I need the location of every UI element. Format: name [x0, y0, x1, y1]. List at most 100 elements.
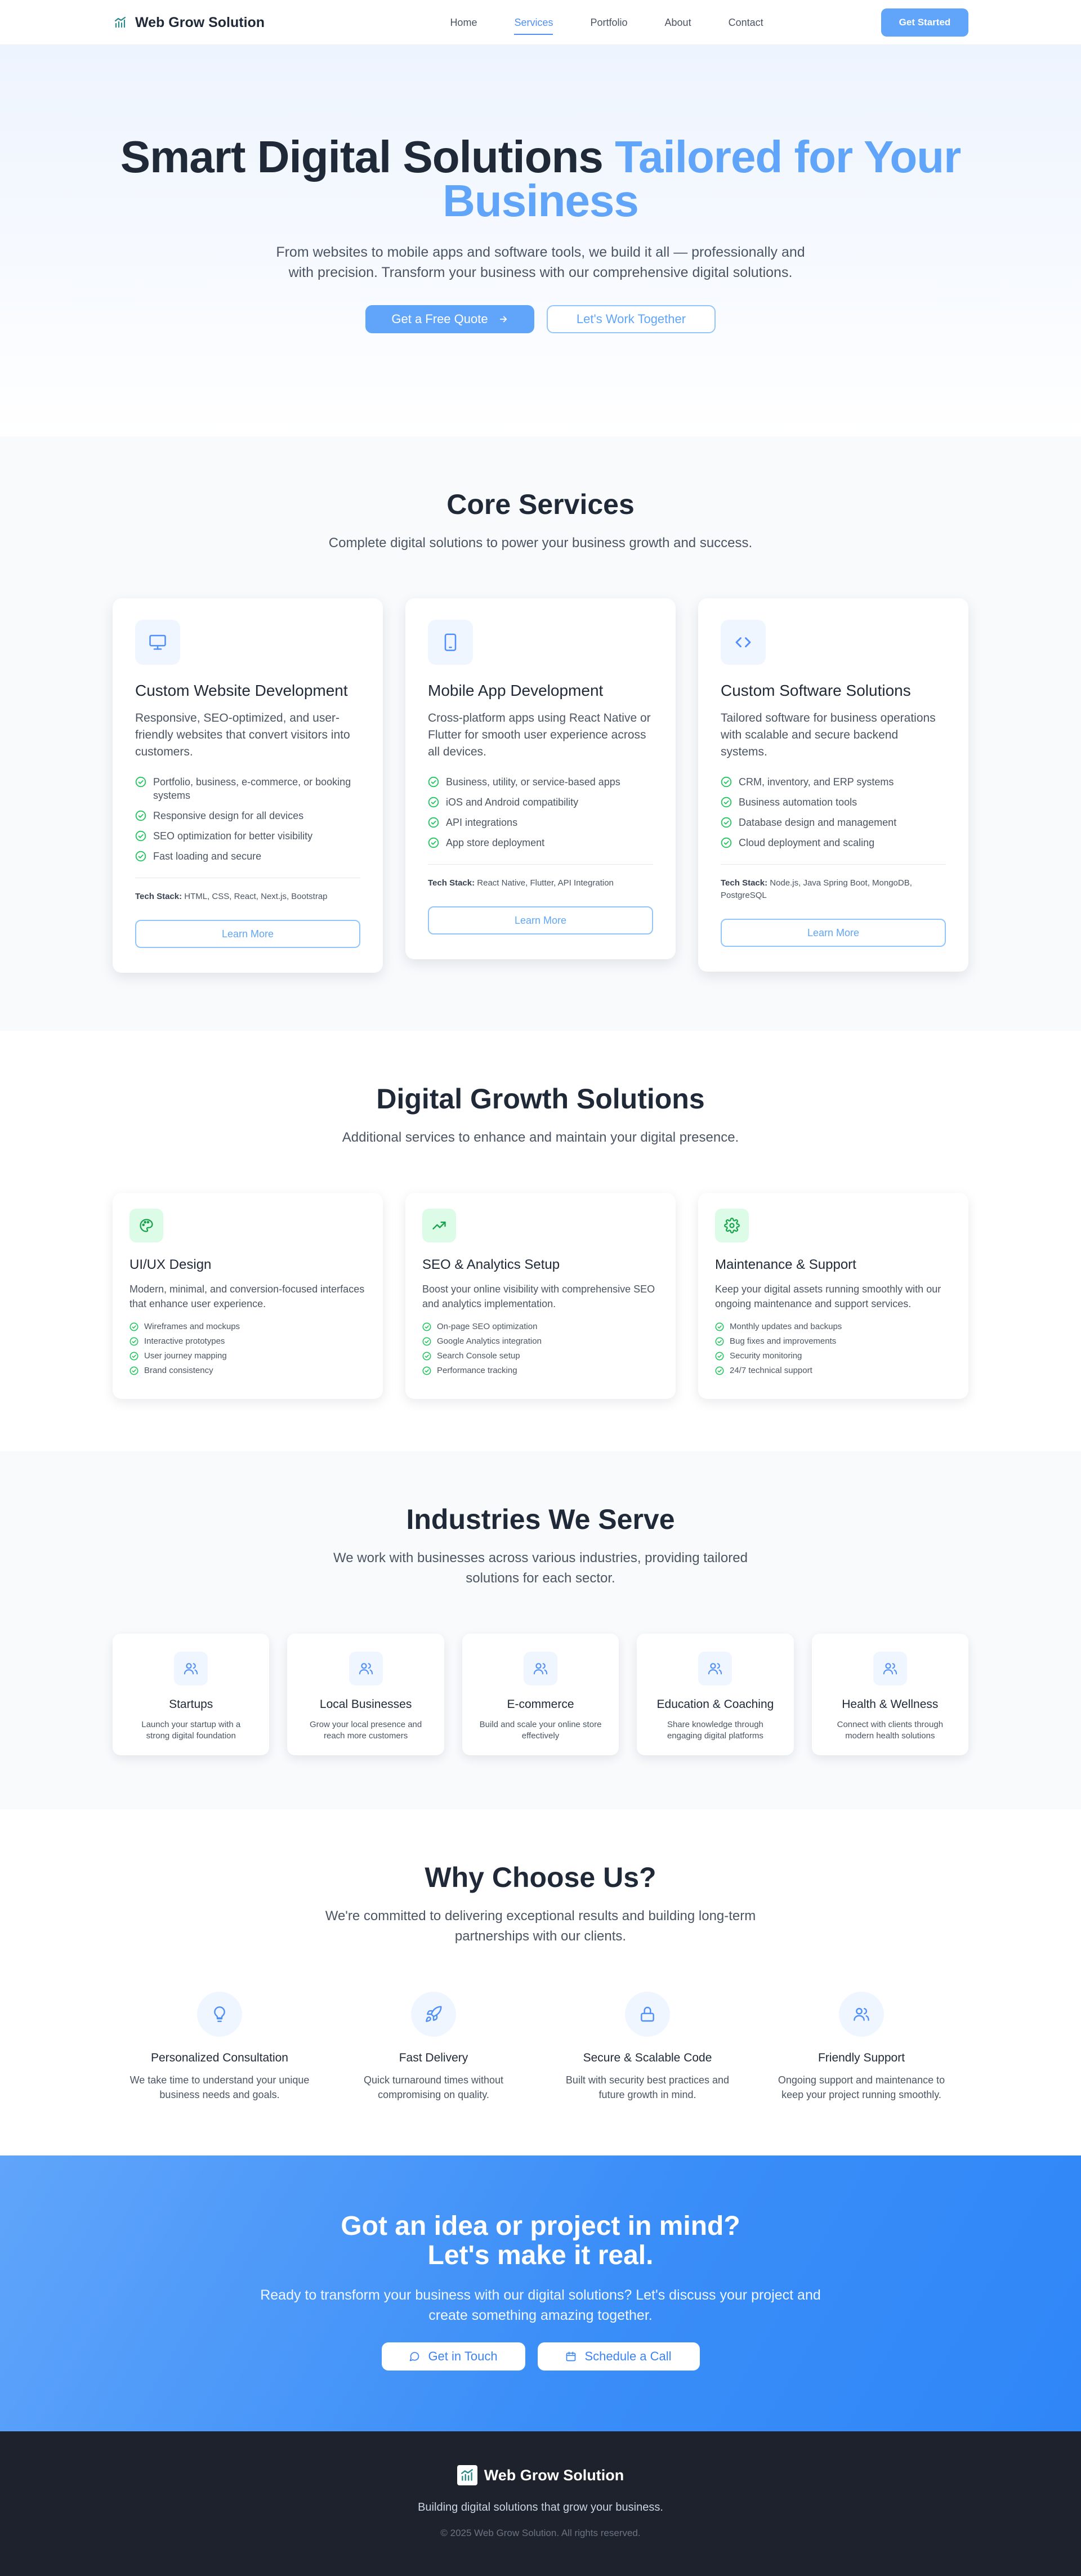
nav-portfolio[interactable]: Portfolio — [571, 0, 646, 45]
growth-cards: UI/UX Design Modern, minimal, and conver… — [113, 1193, 968, 1399]
list-item: Responsive design for all devices — [135, 809, 360, 822]
list-item: On-page SEO optimization — [422, 1321, 659, 1332]
trending-up-icon — [422, 1209, 456, 1242]
list-item: Security monitoring — [715, 1350, 952, 1362]
check-circle-icon — [129, 1366, 139, 1375]
growth-card-desc: Keep your digital assets running smoothl… — [715, 1283, 941, 1309]
core-services-subtitle: Complete digital solutions to power your… — [328, 535, 753, 551]
cta-section: Got an idea or project in mind? Let's ma… — [0, 2155, 1081, 2431]
nav-services[interactable]: Services — [495, 0, 571, 45]
feature-text: Brand consistency — [144, 1366, 213, 1375]
industry-desc: Grow your local presence and reach more … — [309, 1720, 422, 1741]
chart-logo-icon — [457, 2465, 477, 2485]
industry-title: Health & Wellness — [842, 1698, 939, 1711]
growth-card-maintenance: Maintenance & Support Keep your digital … — [698, 1193, 968, 1399]
check-circle-icon — [715, 1337, 724, 1346]
work-together-button[interactable]: Let's Work Together — [547, 305, 716, 333]
industry-cards: Startups Launch your startup with a stro… — [113, 1634, 969, 1755]
check-circle-icon — [135, 810, 146, 821]
why-subtitle: We're committed to delivering exceptiona… — [325, 1908, 756, 1944]
service-card-desc: Tailored software for business operation… — [721, 712, 936, 758]
industries-title: Industries We Serve — [406, 1504, 675, 1535]
feature-list: Wireframes and mockups Interactive proto… — [129, 1321, 366, 1376]
list-item: Performance tracking — [422, 1365, 659, 1376]
get-in-touch-button[interactable]: Get in Touch — [381, 2342, 525, 2371]
nav-about[interactable]: About — [646, 0, 710, 45]
check-circle-icon — [715, 1366, 724, 1375]
check-circle-icon — [422, 1337, 431, 1346]
check-circle-icon — [129, 1352, 139, 1361]
growth-card-desc: Boost your online visibility with compre… — [422, 1283, 655, 1309]
feature-text: Database design and management — [739, 817, 897, 828]
chart-logo-icon — [113, 15, 128, 30]
check-circle-icon — [721, 797, 732, 808]
get-started-button[interactable]: Get Started — [881, 8, 968, 37]
brand-logo-link[interactable]: Web Grow Solution — [113, 15, 265, 31]
nav-home[interactable]: Home — [431, 0, 495, 45]
list-item: API integrations — [428, 816, 653, 829]
feature-text: Business automation tools — [739, 797, 857, 808]
industries-subtitle: We work with businesses across various i… — [333, 1550, 748, 1586]
service-card-software: Custom Software Solutions Tailored softw… — [698, 598, 968, 972]
list-item: Business, utility, or service-based apps — [428, 775, 653, 789]
check-circle-icon — [721, 776, 732, 788]
palette-icon — [129, 1209, 163, 1242]
industry-card-ecommerce: E-commerce Build and scale your online s… — [462, 1634, 619, 1755]
free-quote-button[interactable]: Get a Free Quote — [365, 305, 534, 333]
calendar-icon — [566, 2351, 576, 2362]
top-navbar: Web Grow Solution Home Services Portfoli… — [0, 0, 1081, 45]
why-title: Why Choose Us? — [425, 1862, 656, 1893]
growth-card-title: UI/UX Design — [129, 1257, 212, 1272]
tech-stack: Tech Stack: React Native, Flutter, API I… — [428, 864, 653, 889]
feature-text: On-page SEO optimization — [437, 1322, 538, 1331]
footer-brand-name: Web Grow Solution — [484, 2466, 624, 2484]
feature-list: Monthly updates and backups Bug fixes an… — [715, 1321, 952, 1376]
growth-card-seo: SEO & Analytics Setup Boost your online … — [405, 1193, 676, 1399]
users-icon — [174, 1652, 208, 1685]
feature-list: On-page SEO optimization Google Analytic… — [422, 1321, 659, 1376]
lightbulb-icon — [197, 1992, 242, 2037]
learn-more-button[interactable]: Learn More — [721, 919, 946, 947]
check-circle-icon — [129, 1337, 139, 1346]
growth-card-desc: Modern, minimal, and conversion-focused … — [129, 1283, 365, 1309]
industry-title: Education & Coaching — [656, 1698, 774, 1711]
learn-more-button[interactable]: Learn More — [428, 906, 653, 934]
why-item-title: Friendly Support — [818, 2051, 905, 2064]
code-icon — [721, 620, 766, 665]
service-card-title: Mobile App Development — [428, 682, 604, 699]
feature-text: User journey mapping — [144, 1351, 227, 1361]
why-item-desc: Ongoing support and maintenance to keep … — [778, 2074, 945, 2100]
why-items: Personalized Consultation We take time t… — [113, 1992, 968, 2102]
feature-text: iOS and Android compatibility — [446, 797, 579, 808]
hero-title-main: Smart Digital Solutions — [120, 132, 604, 182]
check-circle-icon — [422, 1366, 431, 1375]
why-item-title: Secure & Scalable Code — [583, 2051, 712, 2064]
industry-card-education: Education & Coaching Share knowledge thr… — [637, 1634, 794, 1755]
learn-more-button[interactable]: Learn More — [135, 920, 360, 948]
service-card-title: Custom Software Solutions — [721, 682, 911, 699]
list-item: Cloud deployment and scaling — [721, 836, 946, 849]
monitor-icon — [135, 620, 180, 665]
tech-stack: Tech Stack: HTML, CSS, React, Next.js, B… — [135, 878, 360, 903]
feature-text: Fast loading and secure — [153, 851, 262, 862]
users-icon — [349, 1652, 383, 1685]
main-nav: Home Services Portfolio About Contact — [431, 0, 781, 45]
check-circle-icon — [428, 817, 439, 828]
hero-title: Smart Digital Solutions Tailored for You… — [118, 135, 963, 223]
list-item: Business automation tools — [721, 795, 946, 809]
list-item: Brand consistency — [129, 1365, 366, 1376]
tech-stack: Tech Stack: Node.js, Java Spring Boot, M… — [721, 864, 946, 902]
nav-contact[interactable]: Contact — [710, 0, 782, 45]
core-services-cards: Custom Website Development Responsive, S… — [113, 598, 968, 973]
service-card-desc: Cross-platform apps using React Native o… — [428, 712, 651, 758]
schedule-call-button[interactable]: Schedule a Call — [537, 2342, 700, 2371]
message-circle-icon — [410, 2352, 419, 2362]
list-item: Search Console setup — [422, 1350, 659, 1362]
industry-card-local: Local Businesses Grow your local presenc… — [287, 1634, 444, 1755]
users-icon — [839, 1992, 884, 2037]
feature-text: Search Console setup — [437, 1351, 520, 1361]
list-item: User journey mapping — [129, 1350, 366, 1362]
feature-text: Responsive design for all devices — [153, 810, 304, 821]
service-card-website: Custom Website Development Responsive, S… — [113, 598, 383, 973]
check-circle-icon — [721, 837, 732, 848]
